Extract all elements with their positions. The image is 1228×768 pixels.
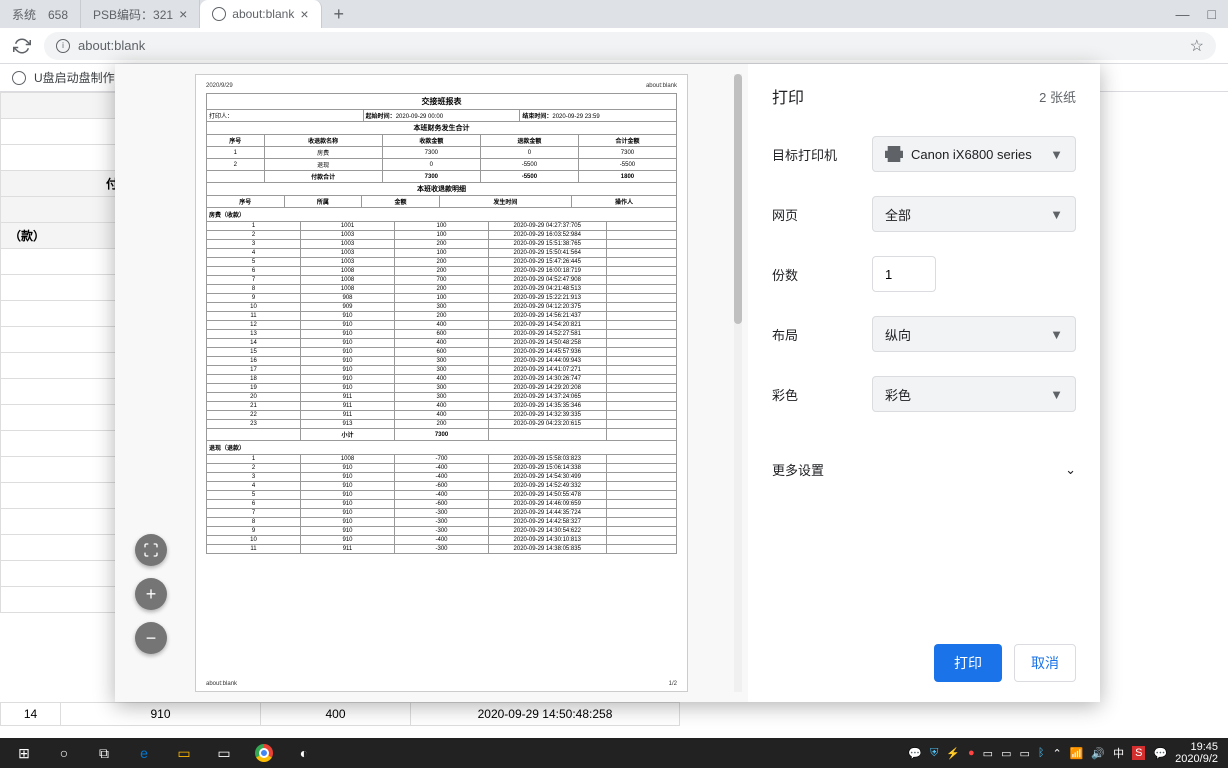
cancel-button[interactable]: 取消	[1014, 644, 1076, 682]
preview-date: 2020/9/29	[206, 83, 233, 89]
preview-scrollbar[interactable]	[734, 74, 742, 692]
zoom-out-button[interactable]: −	[135, 622, 167, 654]
preview-page: 2020/9/29 about:blank 交接班报表 打印人： 起始时间：202…	[195, 74, 688, 692]
globe-icon	[212, 7, 226, 21]
print-dialog: + − 2020/9/29 about:blank 交接班报表 打印人： 起始时间…	[115, 64, 1100, 702]
pages-label: 网页	[772, 205, 872, 224]
destination-select[interactable]: Canon iX6800 series ▼	[872, 136, 1076, 172]
tray-ime-icon[interactable]: S	[1132, 746, 1145, 760]
taskbar-clock[interactable]: 19:45 2020/9/2	[1175, 741, 1222, 765]
print-preview-frame: + − 2020/9/29 about:blank 交接班报表 打印人： 起始时间…	[115, 64, 748, 702]
minimize-icon[interactable]: —	[1176, 6, 1190, 22]
chevron-down-icon: ▼	[1050, 387, 1063, 402]
preview-url: about:blank	[646, 83, 677, 89]
bookmark-item[interactable]: U盘启动盘制作	[34, 69, 115, 86]
tray-up-icon[interactable]: ⌃	[1053, 747, 1062, 760]
store-icon[interactable]: ▭	[206, 739, 242, 767]
more-settings-toggle[interactable]: 更多设置 ⌄	[772, 448, 1076, 491]
url-input[interactable]: i about:blank ☆	[44, 32, 1216, 60]
bookmark-star-icon[interactable]: ☆	[1190, 36, 1204, 56]
layout-value: 纵向	[885, 325, 911, 344]
app-icon[interactable]: ◐	[286, 739, 322, 767]
zoom-in-button[interactable]: +	[135, 578, 167, 610]
print-title: 打印	[772, 84, 804, 108]
refund-table: 11008-7002020-09-29 15:58:03:8232910-400…	[206, 455, 677, 554]
tray-app3-icon[interactable]: ▭	[1019, 747, 1029, 760]
windows-taskbar: ⊞ ○ ⧉ e ▭ ▭ ◐ 💬 ⛨ ⚡ ● ▭ ▭ ▭ ᛒ ⌃ 📶 🔊 中 S …	[0, 738, 1228, 768]
tray-app2-icon[interactable]: ▭	[1001, 747, 1011, 760]
maximize-icon[interactable]: □	[1208, 6, 1216, 22]
chevron-down-icon: ▼	[1050, 147, 1063, 162]
layout-label: 布局	[772, 325, 872, 344]
info-icon[interactable]: i	[56, 39, 70, 53]
detail-table: 序号所属金额发生时间操作人	[206, 196, 677, 208]
refund-subsection: 退现（退款）	[206, 441, 677, 455]
layout-select[interactable]: 纵向 ▼	[872, 316, 1076, 352]
new-tab-button[interactable]: +	[322, 4, 357, 25]
browser-tab-strip: 系统 658 PSB编码：321 × about:blank × + — □	[0, 0, 1228, 28]
subtotal-value: 7300	[395, 429, 489, 441]
tray-bluetooth-icon[interactable]: ᛒ	[1038, 747, 1045, 759]
tray-msg-icon[interactable]: 💬	[1153, 747, 1167, 760]
tray-volume-icon[interactable]: 🔊	[1091, 747, 1105, 760]
reload-icon[interactable]	[12, 36, 32, 56]
color-label: 彩色	[772, 385, 872, 404]
chevron-down-icon: ⌄	[1065, 462, 1076, 478]
chrome-icon[interactable]	[246, 739, 282, 767]
destination-value: Canon iX6800 series	[911, 147, 1032, 162]
edge-icon[interactable]: e	[126, 739, 162, 767]
tray-wechat-icon[interactable]: 💬	[908, 747, 922, 760]
tab-label: 系统 658	[12, 6, 68, 23]
chevron-down-icon: ▼	[1050, 327, 1063, 342]
printer-label: 打印人：	[207, 110, 364, 121]
preview-footer-url: about:blank	[206, 681, 237, 687]
detail-section: 本班收退款明细	[206, 183, 677, 196]
start-time: 起始时间：2020-09-29 00:00	[364, 110, 521, 121]
sheet-count: 2 张纸	[1039, 87, 1076, 106]
language-indicator[interactable]: 中	[1113, 745, 1124, 761]
print-settings-panel: 打印 2 张纸 目标打印机 Canon iX6800 series ▼ 网页 全…	[748, 64, 1100, 702]
tab-label: about:blank	[232, 7, 294, 21]
income-subsection: 房费（收款）	[206, 208, 677, 222]
printer-icon	[885, 146, 903, 162]
income-table: 110011002020-09-29 04:27:37:705210031002…	[206, 222, 677, 429]
bookmark-favicon	[12, 71, 26, 85]
destination-label: 目标打印机	[772, 145, 872, 164]
cortana-icon[interactable]: ○	[46, 739, 82, 767]
preview-page-num: 1/2	[669, 681, 677, 687]
fit-page-button[interactable]	[135, 534, 167, 566]
finance-table: 序号收退款名称收款金额退款金额合计金额 1房费7300073002退现0-550…	[206, 135, 677, 183]
subtotal-label: 小计	[301, 429, 395, 441]
copies-label: 份数	[772, 265, 872, 284]
more-settings-label: 更多设置	[772, 460, 824, 479]
color-value: 彩色	[885, 385, 911, 404]
browser-tab-1[interactable]: PSB编码：321 ×	[81, 0, 200, 28]
color-select[interactable]: 彩色 ▼	[872, 376, 1076, 412]
end-time: 结束时间：2020-09-29 23:59	[520, 110, 676, 121]
pages-select[interactable]: 全部 ▼	[872, 196, 1076, 232]
url-text: about:blank	[78, 38, 145, 53]
task-view-icon[interactable]: ⧉	[86, 739, 122, 767]
copies-input[interactable]	[872, 256, 936, 292]
pages-value: 全部	[885, 205, 911, 224]
browser-tab-2[interactable]: about:blank ×	[200, 0, 321, 28]
print-button[interactable]: 打印	[934, 644, 1002, 682]
explorer-icon[interactable]: ▭	[166, 739, 202, 767]
close-icon[interactable]: ×	[179, 6, 187, 22]
tray-network-icon[interactable]: 📶	[1070, 747, 1084, 760]
address-bar: i about:blank ☆	[0, 28, 1228, 64]
browser-tab-0[interactable]: 系统 658	[0, 0, 81, 28]
tray-app-icon[interactable]: ▭	[983, 747, 993, 760]
report-title: 交接班报表	[206, 93, 677, 110]
finance-section: 本班财务发生合计	[206, 122, 677, 135]
background-table-lower: 14 910 400 2020-09-29 14:50:48:258	[0, 702, 680, 726]
tray-record-icon[interactable]: ●	[968, 747, 975, 759]
tray-shield-icon[interactable]: ⛨	[930, 747, 938, 760]
tray-power-icon[interactable]: ⚡	[946, 747, 960, 760]
tab-label: PSB编码：321	[93, 6, 173, 23]
chevron-down-icon: ▼	[1050, 207, 1063, 222]
start-button[interactable]: ⊞	[6, 739, 42, 767]
close-icon[interactable]: ×	[300, 6, 308, 22]
